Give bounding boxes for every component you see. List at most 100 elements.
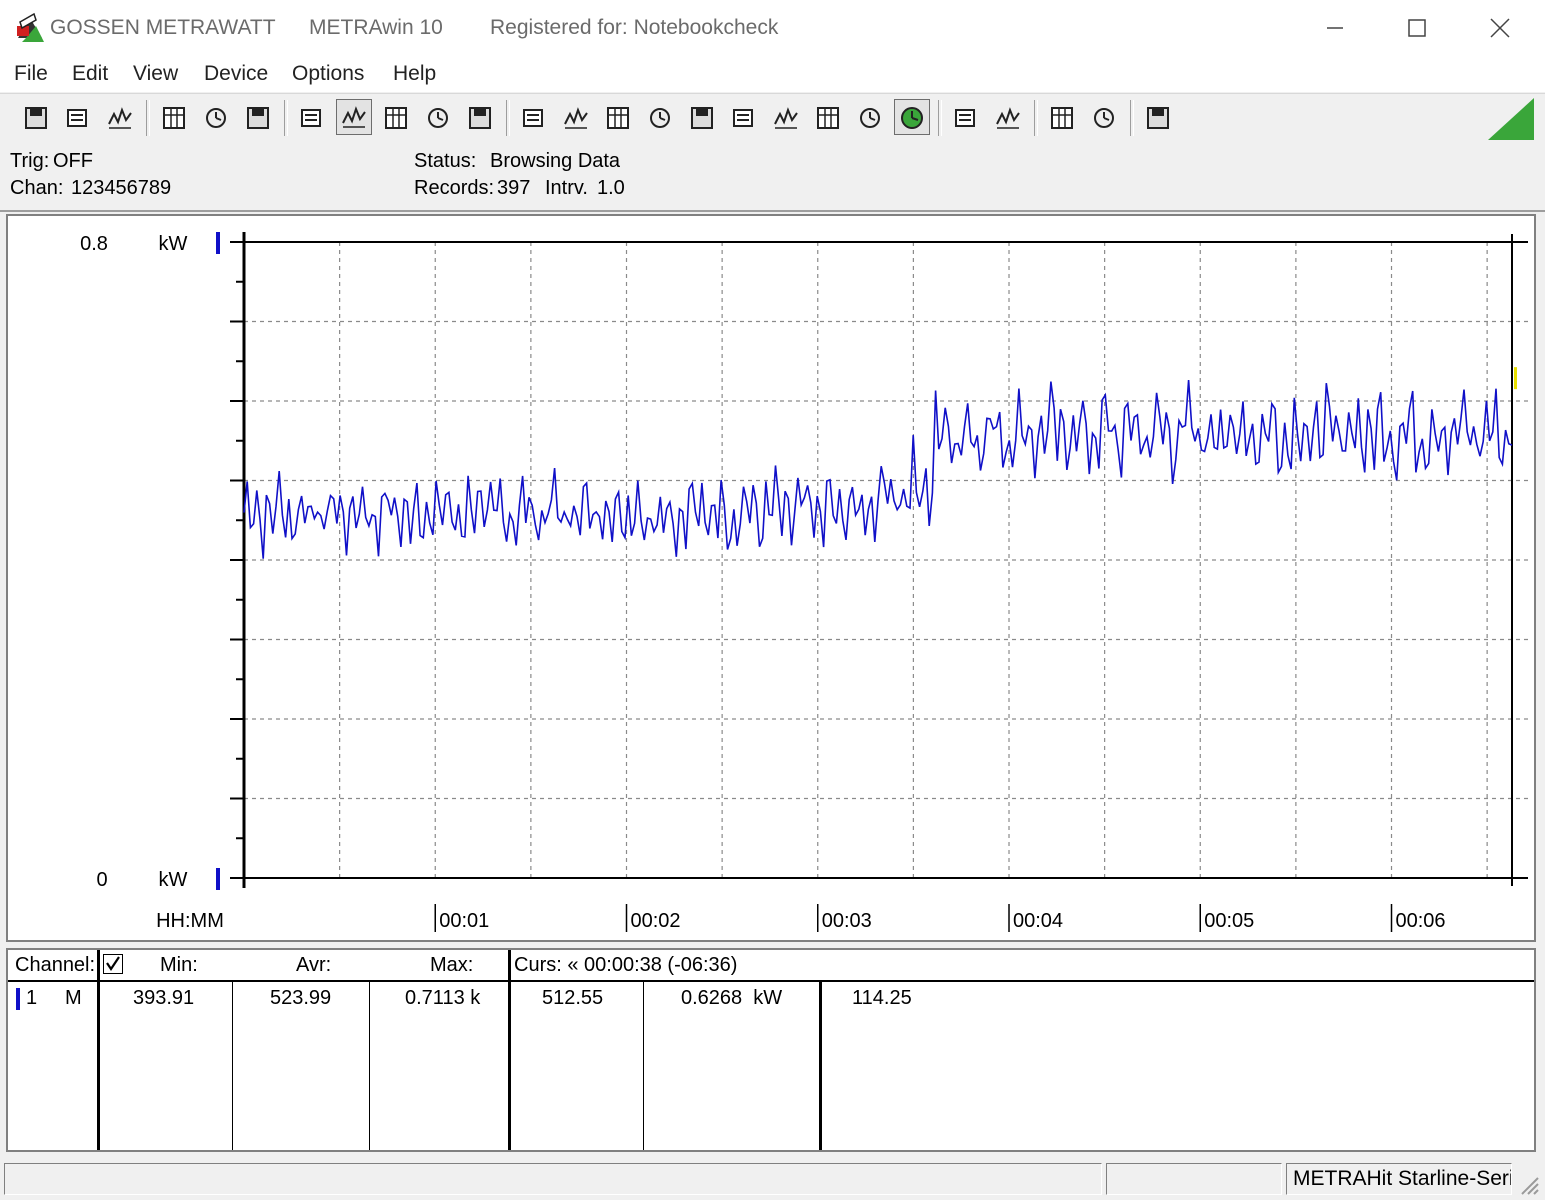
signal-button[interactable] <box>768 100 804 136</box>
col-divider <box>819 982 822 1150</box>
window-stack-icon <box>564 107 588 129</box>
col-divider <box>369 982 370 1150</box>
show-all-checkbox[interactable] <box>103 954 123 974</box>
chart-canvas[interactable]: 0.8 kW 0 kW HH:MM 00:01 00:02 00:03 00:04 00:05 00… <box>8 216 1534 940</box>
device-read-button[interactable] <box>156 100 192 136</box>
save-file-button[interactable] <box>18 100 54 136</box>
trend-view-icon <box>342 106 366 128</box>
clock-button[interactable] <box>894 99 930 135</box>
monitor-button[interactable] <box>642 100 678 136</box>
minimize-button[interactable] <box>1300 8 1370 48</box>
info-panel: Trig: OFF Chan: 123456789 Status: Browsi… <box>0 144 1545 212</box>
toolbar-separator <box>1130 100 1134 136</box>
save-data-button[interactable] <box>60 100 96 136</box>
channel-settings-button[interactable] <box>600 100 636 136</box>
intrv-label: Intrv. <box>545 177 588 199</box>
row-cursor-kw: 0.6268 kW <box>681 987 783 1009</box>
y-bottom-channel-marker <box>216 868 220 890</box>
status-value: Browsing Data <box>490 150 621 172</box>
header-min: Min: <box>160 954 198 976</box>
maximize-button[interactable] <box>1382 8 1452 48</box>
row-avr: 523.99 <box>270 987 332 1009</box>
menu-help[interactable]: Help <box>393 62 436 86</box>
toolbar <box>0 93 1545 145</box>
device-config-button[interactable] <box>198 100 234 136</box>
row-mode: M <box>65 987 82 1009</box>
menu-edit[interactable]: Edit <box>72 62 108 86</box>
function-icon <box>691 107 713 129</box>
bar-view-button[interactable] <box>462 100 498 136</box>
toolbar-separator <box>938 100 942 136</box>
comment-icon <box>1147 107 1169 129</box>
window-arrange-button[interactable] <box>516 100 552 136</box>
list-view-button[interactable] <box>294 100 330 136</box>
menu-view[interactable]: View <box>133 62 178 86</box>
col-divider <box>97 950 100 1150</box>
list-view-icon <box>301 109 321 127</box>
row-cursor-delta: 114.25 <box>852 987 912 1009</box>
trend-chart[interactable]: 0.8 kW 0 kW HH:MM 00:01 00:02 00:03 00:04 00:05 00… <box>6 214 1536 942</box>
channel-table: Channel: Min: Avr: Max: Curs: « 00:00:38… <box>6 948 1536 1152</box>
chan-value: 123456789 <box>71 177 172 199</box>
close-button[interactable] <box>1465 8 1535 48</box>
table-view-icon <box>428 108 448 128</box>
window-stack-button[interactable] <box>558 100 594 136</box>
monitor-icon <box>650 108 670 128</box>
x-unit-label: HH:MM <box>156 910 224 932</box>
menu-options[interactable]: Options <box>292 62 364 86</box>
col-divider <box>643 982 644 1150</box>
y-top-channel-marker <box>216 232 220 254</box>
x-tick-label: 00:04 <box>1013 910 1063 932</box>
function-button[interactable] <box>684 100 720 136</box>
zoom-out-button[interactable] <box>1086 100 1122 136</box>
status-bar: METRAHit Starline-Seri <box>0 1160 1545 1200</box>
open-folder-icon <box>108 107 132 129</box>
trend-view-button[interactable] <box>336 99 372 135</box>
status-pane-mid <box>1106 1163 1282 1195</box>
y-min-label: 0 <box>96 869 107 891</box>
status-pane-main <box>4 1163 1102 1195</box>
toolbar-separator <box>284 100 288 136</box>
cursor-marker[interactable] <box>1514 367 1517 390</box>
zoom-in-button[interactable] <box>1044 100 1080 136</box>
maximize-icon <box>1408 19 1426 37</box>
x-tick-label: 00:01 <box>439 910 489 932</box>
memory-button[interactable] <box>726 100 762 136</box>
x-tick-label: 00:02 <box>631 910 681 932</box>
menu-device[interactable]: Device <box>204 62 268 86</box>
clock-icon <box>901 107 923 129</box>
app-logo-icon <box>17 12 44 42</box>
print-preview-icon <box>996 107 1020 129</box>
save-file-icon <box>25 107 47 129</box>
menu-file[interactable]: File <box>14 62 48 86</box>
row-channel: 1 <box>26 987 38 1009</box>
y-max-label: 0.8 <box>80 233 108 255</box>
intrv-value: 1.0 <box>597 177 625 199</box>
minimize-icon <box>1327 27 1343 29</box>
registration-text: Registered for: Notebookcheck <box>490 16 779 39</box>
table-header-divider <box>8 980 1534 982</box>
title-bar: GOSSEN METRAWATT METRAwin 10 Registered … <box>0 0 1545 56</box>
resize-grip-icon[interactable] <box>1516 1172 1540 1196</box>
channel-color-marker <box>16 988 20 1010</box>
signal-strength-icon <box>1488 98 1534 140</box>
cursor-view-button[interactable] <box>378 100 414 136</box>
series-line-channel-1[interactable] <box>243 379 1513 559</box>
print-preview-button[interactable] <box>990 100 1026 136</box>
refresh-button[interactable] <box>852 100 888 136</box>
checkmark-icon <box>106 956 120 971</box>
menu-bar: File Edit View Device Options Help <box>0 56 1545 92</box>
records-value: 397 <box>497 177 531 199</box>
device-read-icon <box>163 107 185 129</box>
comment-button[interactable] <box>1140 100 1176 136</box>
open-folder-button[interactable] <box>102 100 138 136</box>
toolbar-separator <box>506 100 510 136</box>
window-arrange-icon <box>523 109 543 127</box>
device-export-button[interactable] <box>240 100 276 136</box>
print-button[interactable] <box>948 100 984 136</box>
x-tick-label: 00:06 <box>1396 910 1446 932</box>
multi-signal-button[interactable] <box>810 100 846 136</box>
header-channel: Channel: <box>15 954 96 976</box>
row-max: 0.7113 k <box>405 987 481 1009</box>
table-view-button[interactable] <box>420 100 456 136</box>
